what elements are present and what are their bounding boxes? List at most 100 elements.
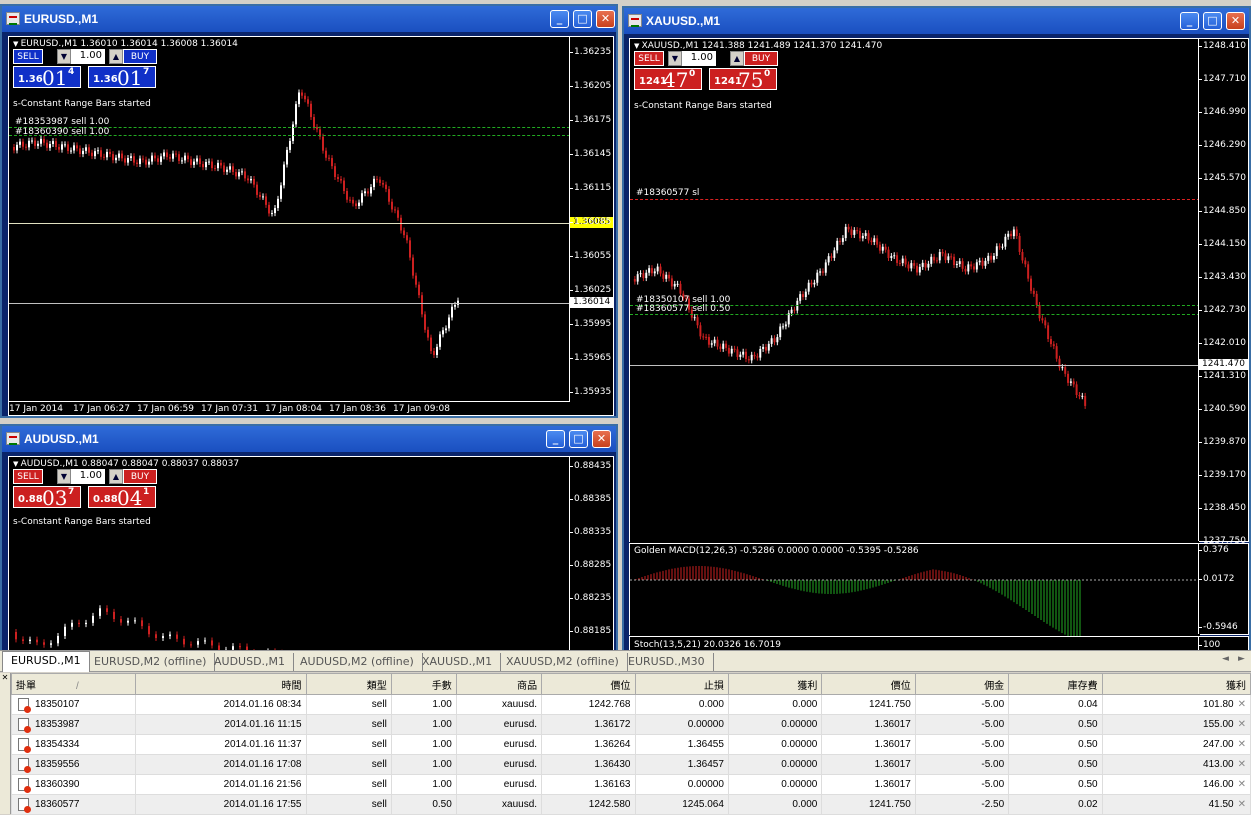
close-order-icon[interactable]: ✕ xyxy=(1238,699,1246,710)
column-header-0[interactable]: 掛單 / xyxy=(11,673,136,695)
price-tick: 1246.290 xyxy=(1199,140,1246,150)
audusd-one-click-panel[interactable]: SELL ▼ 1.00 ▲ BUY 0.88 03 7 0.88 04 1 xyxy=(13,469,159,510)
lots-up-icon[interactable]: ▲ xyxy=(109,49,123,64)
table-row[interactable]: 18360390 2014.01.16 21:56 sell 1.00 eurusd. 1… xyxy=(11,774,1251,795)
audusd-plot[interactable]: AUDUSD.,M1 0.88047 0.88047 0.88037 0.880… xyxy=(9,457,570,652)
tab-3[interactable]: AUDUSD,M2 (offline) xyxy=(292,653,423,671)
column-header-2[interactable]: 類型 xyxy=(305,673,392,695)
eurusd-one-click-panel[interactable]: SELL ▼ 1.00 ▲ BUY 1.36 01 4 1.36 01 7 xyxy=(13,49,159,90)
candle-body xyxy=(881,246,884,251)
chart-tabs[interactable]: ◄ ► EURUSD.,M1 EURUSD,M2 (offline) AUDUSD.… xyxy=(0,650,1251,672)
table-row[interactable]: 18350107 2014.01.16 08:34 sell 1.00 xauusd. 1… xyxy=(11,694,1251,715)
tab-scroll-left-icon[interactable]: ◄ xyxy=(1222,654,1229,664)
candle-body xyxy=(154,155,156,159)
candle-body xyxy=(933,256,936,261)
lots-down-icon[interactable]: ▼ xyxy=(57,49,71,64)
sell-price[interactable]: 1241 47 0 xyxy=(634,68,702,92)
xauusd-plot[interactable]: XAUUSD.,M1 1241.388 1241.489 1241.370 12… xyxy=(630,39,1200,543)
column-header-4[interactable]: 商品 xyxy=(455,673,543,695)
close-button[interactable]: ✕ xyxy=(1226,12,1245,30)
tab-1[interactable]: EURUSD,M2 (offline) xyxy=(86,653,216,671)
eurusd-chart[interactable]: EURUSD.,M1 1.36010 1.36014 1.36008 1.360… xyxy=(8,36,614,416)
xauusd-one-click-panel[interactable]: SELL ▼ 1.00 ▲ BUY 1241 47 0 1241 75 0 xyxy=(634,51,780,92)
column-header-7[interactable]: 獲利 xyxy=(727,673,823,695)
close-order-icon[interactable]: ✕ xyxy=(1238,739,1246,750)
macd-panel[interactable]: Golden MACD(12,26,3) -0.5286 0.0000 0.00… xyxy=(629,543,1249,636)
minimize-button[interactable]: _ xyxy=(546,430,565,448)
close-order-icon[interactable]: ✕ xyxy=(1238,799,1246,810)
sell-button[interactable]: SELL xyxy=(13,49,43,64)
eurusd-titlebar[interactable]: EURUSD.,M1 xyxy=(2,6,616,32)
candle-body xyxy=(120,619,122,623)
column-header-11[interactable]: 獲利 xyxy=(1101,673,1251,695)
xauusd-bid-tag: 1241.470 xyxy=(1199,359,1248,370)
candle-body xyxy=(764,346,767,351)
table-cell: 2014.01.16 17:55 xyxy=(134,794,307,815)
eurusd-window[interactable]: EURUSD.,M1 _ □ ✕ EURUSD.,M1 1.36010 1.36… xyxy=(0,4,618,418)
candle-body xyxy=(807,282,810,292)
tab-scroll-right-icon[interactable]: ► xyxy=(1238,654,1245,664)
buy-button[interactable]: BUY xyxy=(744,51,778,66)
buy-price[interactable]: 1241 75 0 xyxy=(709,68,777,92)
sell-price[interactable]: 0.88 03 7 xyxy=(13,486,81,510)
table-row[interactable]: 18353987 2014.01.16 11:15 sell 1.00 eurusd. 1… xyxy=(11,714,1251,735)
lots-up-icon[interactable]: ▲ xyxy=(109,469,123,484)
tab-2[interactable]: AUDUSD.,M1 xyxy=(206,653,295,671)
maximize-button[interactable]: □ xyxy=(573,10,592,28)
lots-down-icon[interactable]: ▼ xyxy=(668,51,682,66)
tab-6[interactable]: EURUSD.,M30 xyxy=(620,653,714,671)
column-header-10[interactable]: 庫存費 xyxy=(1008,673,1103,695)
audusd-chart[interactable]: AUDUSD.,M1 0.88047 0.88047 0.88037 0.880… xyxy=(8,456,614,652)
column-header-3[interactable]: 手數 xyxy=(390,673,457,695)
lots-input[interactable]: 1.00 xyxy=(71,49,105,64)
close-button[interactable]: ✕ xyxy=(596,10,615,28)
buy-price[interactable]: 0.88 04 1 xyxy=(88,486,156,510)
table-row[interactable]: 18359556 2014.01.16 17:08 sell 1.00 eurusd. 1… xyxy=(11,754,1251,775)
buy-button[interactable]: BUY xyxy=(123,49,157,64)
buy-button[interactable]: BUY xyxy=(123,469,157,484)
maximize-button[interactable]: □ xyxy=(569,430,588,448)
audusd-window[interactable]: AUDUSD.,M1 _ □ ✕ AUDUSD.,M1 0.88047 0.88… xyxy=(0,424,618,654)
candle-body xyxy=(662,273,665,279)
table-row[interactable]: 18360577 2014.01.16 17:55 sell 0.50 xauusd. 1… xyxy=(11,794,1251,815)
candle-body xyxy=(642,273,645,279)
column-header-5[interactable]: 價位 xyxy=(541,673,636,695)
lots-down-icon[interactable]: ▼ xyxy=(57,469,71,484)
minimize-button[interactable]: _ xyxy=(550,10,569,28)
candle-body xyxy=(907,264,910,269)
candle-body xyxy=(148,161,150,165)
sell-button[interactable]: SELL xyxy=(13,469,43,484)
close-order-icon[interactable]: ✕ xyxy=(1238,759,1246,770)
xauusd-titlebar[interactable]: XAUUSD.,M1 xyxy=(624,8,1249,34)
macd-plot[interactable]: Golden MACD(12,26,3) -0.5286 0.0000 0.00… xyxy=(630,544,1200,636)
close-order-icon[interactable]: ✕ xyxy=(1238,719,1246,730)
terminal-close-icon[interactable]: ✕ xyxy=(0,673,11,814)
tab-5[interactable]: XAUUSD,M2 (offline) xyxy=(498,653,628,671)
tab-0[interactable]: EURUSD.,M1 xyxy=(2,651,90,672)
table-cell: 2014.01.16 08:34 xyxy=(134,694,307,715)
xauusd-chart[interactable]: XAUUSD.,M1 1241.388 1241.489 1241.370 12… xyxy=(629,38,1249,546)
lots-input[interactable]: 1.00 xyxy=(682,51,716,66)
eurusd-plot[interactable]: EURUSD.,M1 1.36010 1.36014 1.36008 1.360… xyxy=(9,37,570,401)
column-header-9[interactable]: 佣金 xyxy=(914,673,1010,695)
column-header-1[interactable]: 時間 xyxy=(134,673,307,695)
xauusd-window[interactable]: XAUUSD.,M1 _ □ ✕ XAUUSD.,M1 1241.388 124… xyxy=(622,6,1251,654)
close-button[interactable]: ✕ xyxy=(592,430,611,448)
maximize-button[interactable]: □ xyxy=(1203,12,1222,30)
lots-up-icon[interactable]: ▲ xyxy=(730,51,744,66)
sell-button[interactable]: SELL xyxy=(634,51,664,66)
column-header-8[interactable]: 價位 xyxy=(821,673,916,695)
minimize-button[interactable]: _ xyxy=(1180,12,1199,30)
tab-4[interactable]: XAUUSD.,M1 xyxy=(414,653,502,671)
sell-price[interactable]: 1.36 01 4 xyxy=(13,66,81,90)
audusd-titlebar[interactable]: AUDUSD.,M1 xyxy=(2,426,616,452)
buy-price[interactable]: 1.36 01 7 xyxy=(88,66,156,90)
terminal-panel[interactable]: ✕ 掛單 / 時間 類型 手數 商品 價位 止損 獲利 價位 佣金 庫存費 獲利 18350107 201… xyxy=(0,673,1251,815)
candle-body xyxy=(289,141,291,150)
table-cell: 1.36017 xyxy=(821,734,916,755)
column-header-6[interactable]: 止損 xyxy=(634,673,729,695)
table-row[interactable]: 18354334 2014.01.16 11:37 sell 1.00 eurusd. 1… xyxy=(11,734,1251,755)
close-order-icon[interactable]: ✕ xyxy=(1238,779,1246,790)
lots-input[interactable]: 1.00 xyxy=(71,469,105,484)
candle-body xyxy=(19,141,21,145)
